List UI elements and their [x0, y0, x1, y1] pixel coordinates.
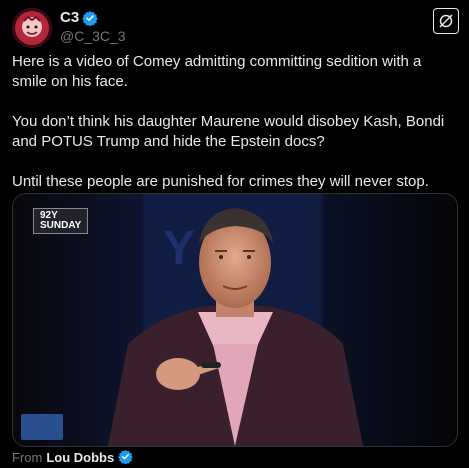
verified-badge-icon [118, 449, 134, 465]
broadcast-logo-line2: SUNDAY [40, 220, 82, 231]
author-name-row[interactable]: C3 [60, 9, 98, 26]
author-display-name[interactable]: C3 [60, 9, 79, 26]
grok-icon [439, 14, 453, 28]
grok-button[interactable] [433, 8, 459, 34]
author-handle[interactable]: @C_3C_3 [60, 28, 126, 44]
verified-badge-icon [82, 10, 98, 26]
post-paragraph: Here is a video of Comey admitting commi… [12, 53, 422, 90]
attribution-source-link[interactable]: Lou Dobbs [46, 450, 114, 465]
media-attribution: From Lou Dobbs [12, 449, 134, 465]
avatar-image [12, 8, 52, 48]
broadcast-logo: 92Y SUNDAY [33, 208, 89, 234]
video-player[interactable]: Y 9 92Y SUNDAY [12, 193, 458, 447]
attribution-prefix: From [12, 449, 43, 465]
post-body: Here is a video of Comey admitting commi… [12, 52, 452, 212]
avatar[interactable] [12, 8, 52, 48]
post-paragraph: Until these people are punished for crim… [12, 173, 429, 190]
post-paragraph: You don’t think his daughter Maurene wou… [12, 113, 445, 150]
corner-flag-logo [21, 414, 63, 440]
